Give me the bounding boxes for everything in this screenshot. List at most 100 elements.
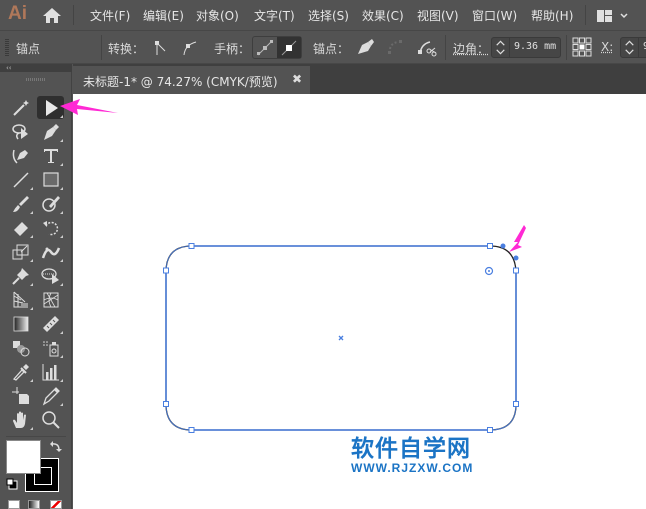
tool-group-indicator (30, 283, 33, 286)
pin-icon (11, 266, 31, 286)
rotate-tool[interactable] (38, 217, 64, 239)
eyedropper-tool[interactable] (8, 361, 34, 383)
anchor-point[interactable] (514, 268, 519, 273)
anchor-point[interactable] (514, 402, 519, 407)
type-tool[interactable] (38, 145, 64, 167)
tool-group-indicator (60, 331, 63, 334)
tool-group-indicator (30, 307, 33, 310)
type-icon (41, 146, 61, 166)
watermark-url: WWW.RJZXW.COM (351, 462, 501, 475)
menu-window[interactable]: 窗口(W) (472, 7, 517, 24)
pin-tool[interactable] (8, 265, 34, 287)
menu-view[interactable]: 视图(V) (417, 7, 459, 24)
artboard-tool[interactable] (8, 385, 34, 407)
x-position-value[interactable]: 9 (639, 38, 646, 57)
hand-tool[interactable] (8, 409, 34, 431)
shaper-tool[interactable] (38, 193, 64, 215)
paintbrush-tool[interactable] (8, 193, 34, 215)
fill-color-swatch[interactable] (6, 440, 41, 474)
close-tab-icon[interactable]: ✖ (292, 72, 302, 86)
tool-group-indicator (60, 355, 63, 358)
artboard-canvas[interactable]: 软件自学网 WWW.RJZXW.COM (73, 94, 646, 509)
document-tab[interactable]: 未标题-1* @ 74.27% (CMYK/预览) ✖ (73, 66, 310, 94)
corner-curve-top-left (166, 246, 192, 272)
rectangle-icon (41, 170, 61, 190)
slice-tool[interactable] (38, 385, 64, 407)
symbol-sprayer-icon (41, 338, 61, 358)
control-divider (566, 35, 567, 60)
anchor-point[interactable] (189, 244, 194, 249)
scale-tool[interactable] (8, 241, 34, 263)
gradient-tool[interactable] (8, 313, 34, 335)
tool-group-indicator (60, 379, 63, 382)
menu-object[interactable]: 对象(O) (196, 7, 239, 24)
convert-to-smooth-icon[interactable] (180, 37, 202, 59)
corner-radius-field[interactable]: 9.36 mm (491, 37, 561, 58)
column-graph-tool[interactable] (38, 361, 64, 383)
menu-effect[interactable]: 效果(C) (362, 7, 404, 24)
home-icon[interactable] (42, 7, 62, 24)
x-position-field[interactable]: 9 (620, 37, 646, 58)
mesh-tool[interactable] (38, 289, 64, 311)
menu-divider (73, 5, 74, 25)
x-position-stepper[interactable] (621, 38, 639, 57)
collapse-toolbar-icon[interactable]: ‹‹ (6, 64, 12, 72)
eraser-tool[interactable] (8, 217, 34, 239)
rectangle-tool[interactable] (38, 169, 64, 191)
app-logo: Ai (8, 3, 27, 25)
workspace-switcher-icon[interactable] (597, 9, 631, 23)
none-mode-button[interactable] (50, 500, 62, 509)
corner-radius-value[interactable]: 9.36 mm (510, 38, 556, 57)
artboard-icon (11, 386, 31, 406)
magic-wand-icon (11, 98, 31, 118)
menu-select[interactable]: 选择(S) (308, 7, 349, 24)
anchor-point[interactable] (488, 244, 493, 249)
shape-builder-tool[interactable] (38, 265, 64, 287)
magic-wand-tool[interactable] (8, 97, 34, 119)
menu-file[interactable]: 文件(F) (90, 7, 130, 24)
menu-help[interactable]: 帮助(H) (531, 7, 573, 24)
anchor-point[interactable] (488, 428, 493, 433)
line-segment-tool[interactable] (8, 169, 34, 191)
menu-edit[interactable]: 编辑(E) (143, 7, 184, 24)
blend-tool[interactable] (8, 337, 34, 359)
hide-handles-icon (280, 39, 298, 57)
pen-tool[interactable] (38, 121, 64, 143)
menu-bar: Ai 文件(F) 编辑(E) 对象(O) 文字(T) 选择(S) 效果(C) 视… (0, 0, 646, 30)
pen-icon (41, 122, 61, 142)
convert-to-corner-icon[interactable] (151, 37, 173, 59)
panel-grip[interactable] (26, 78, 46, 81)
control-bar: 锚点 转换： 手柄： 锚点： 边角： 9.36 mm X: (0, 30, 646, 64)
anchor-point[interactable] (164, 402, 169, 407)
remove-anchor-icon[interactable] (354, 37, 376, 59)
slice-icon (41, 386, 61, 406)
default-fill-stroke-icon[interactable] (6, 478, 18, 490)
puppet-warp-tool[interactable] (38, 241, 64, 263)
show-handles-button[interactable] (253, 37, 277, 58)
color-mode-button[interactable] (8, 500, 20, 509)
reference-point-icon[interactable] (571, 36, 593, 58)
document-tab-title[interactable]: 未标题-1* @ 74.27% (CMYK/预览) (83, 73, 278, 90)
pointer-arrow-tool (58, 98, 120, 118)
measure-tool[interactable] (38, 313, 64, 335)
lasso-icon (11, 122, 31, 142)
line-segment-icon (11, 170, 31, 190)
swap-fill-stroke-icon[interactable] (49, 440, 63, 454)
lasso-tool[interactable] (8, 121, 34, 143)
symbol-sprayer-tool[interactable] (38, 337, 64, 359)
handle-point[interactable] (514, 256, 519, 261)
hide-handles-button[interactable] (277, 37, 301, 58)
perspective-grid-tool[interactable] (8, 289, 34, 311)
anchor-point[interactable] (189, 428, 194, 433)
gradient-mode-button[interactable] (28, 500, 40, 509)
handle-point[interactable] (501, 244, 506, 249)
anchor-point[interactable] (164, 268, 169, 273)
cut-path-icon[interactable] (416, 37, 438, 59)
panel-grip[interactable] (5, 39, 9, 56)
curvature-icon (11, 146, 31, 166)
menu-type[interactable]: 文字(T) (254, 7, 295, 24)
zoom-tool[interactable] (38, 409, 64, 431)
corner-radius-stepper[interactable] (492, 38, 510, 57)
document-tab-bar: 未标题-1* @ 74.27% (CMYK/预览) ✖ (73, 64, 646, 94)
curvature-tool[interactable] (8, 145, 34, 167)
